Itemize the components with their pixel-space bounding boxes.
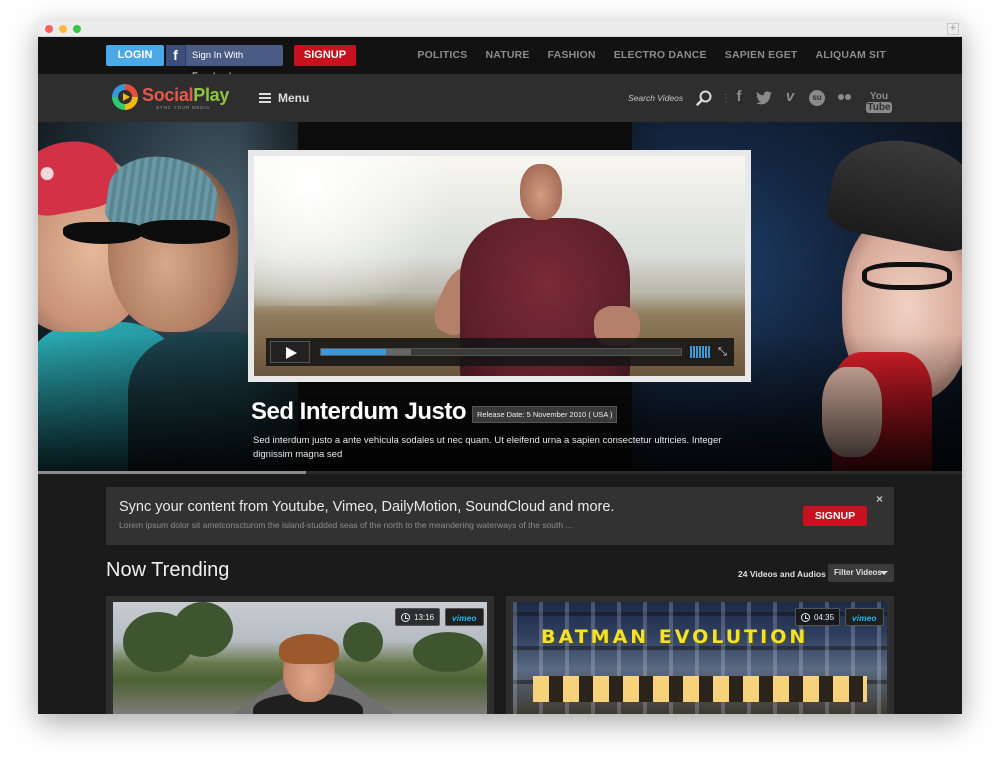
play-button[interactable] bbox=[270, 341, 310, 363]
search-icon[interactable] bbox=[696, 90, 712, 106]
nav-item-politics[interactable]: POLITICS bbox=[417, 37, 467, 74]
promo-subtitle: Lorem ipsum dolor sit ametconscturom the… bbox=[119, 520, 573, 530]
video-progress-bar[interactable] bbox=[320, 348, 682, 356]
promo-signup-button[interactable]: SIGNUP bbox=[803, 506, 867, 526]
facebook-icon: f bbox=[166, 45, 186, 66]
search-input[interactable]: Search Videos bbox=[628, 93, 683, 103]
duration-badge: 04:35 bbox=[795, 608, 841, 626]
site-header: SocialPlay SYNC YOUR MEDIA Menu Search V… bbox=[38, 74, 962, 122]
new-tab-button[interactable]: + bbox=[947, 23, 959, 35]
filter-label: Filter Videos bbox=[834, 568, 882, 577]
close-window-button[interactable] bbox=[45, 25, 53, 33]
top-navigation: POLITICS NATURE FASHION ELECTRO DANCE SA… bbox=[417, 37, 886, 74]
maximize-window-button[interactable] bbox=[73, 25, 81, 33]
video-frame[interactable]: ⤡ bbox=[254, 156, 745, 376]
logo-play-icon bbox=[112, 84, 138, 110]
promo-title: Sync your content from Youtube, Vimeo, D… bbox=[119, 499, 615, 515]
logo-tagline: SYNC YOUR MEDIA bbox=[156, 105, 211, 110]
logo-text: SocialPlay bbox=[142, 85, 230, 105]
video-player[interactable]: ⤡ bbox=[248, 150, 751, 382]
close-icon[interactable]: × bbox=[876, 492, 883, 506]
filter-videos-dropdown[interactable]: Filter Videos bbox=[828, 564, 894, 582]
video-card[interactable]: BATMAN EVOLUTION 04:35 vimeo bbox=[506, 596, 894, 714]
nav-item-aliquam-sit[interactable]: ALIQUAM SIT bbox=[816, 37, 886, 74]
stumbleupon-icon[interactable]: su bbox=[809, 90, 825, 106]
vimeo-badge: vimeo bbox=[845, 608, 884, 626]
volume-control[interactable] bbox=[690, 346, 714, 358]
browser-window: + LOGIN f Sign In With Facebook SIGNUP P… bbox=[38, 21, 962, 714]
nav-item-sapien-eget[interactable]: SAPIEN EGET bbox=[725, 37, 798, 74]
header-separator: ⋮ bbox=[721, 93, 731, 104]
video-controls: ⤡ bbox=[266, 338, 734, 366]
vimeo-badge: vimeo bbox=[445, 608, 484, 626]
video-thumbnail[interactable]: 13:16 vimeo bbox=[113, 602, 487, 714]
window-titlebar: + bbox=[38, 21, 962, 37]
video-card[interactable]: 13:16 vimeo bbox=[106, 596, 494, 714]
nav-item-electro-dance[interactable]: ELECTRO DANCE bbox=[614, 37, 707, 74]
signup-button[interactable]: SIGNUP bbox=[294, 45, 356, 66]
youtube-icon[interactable]: YouTube bbox=[863, 91, 895, 113]
sync-promo-banner: Sync your content from Youtube, Vimeo, D… bbox=[106, 487, 894, 545]
chevron-down-icon bbox=[880, 571, 888, 575]
section-title: Now Trending bbox=[106, 559, 230, 581]
fullscreen-icon[interactable]: ⤡ bbox=[718, 346, 730, 358]
hero-title: Sed Interdum Justo bbox=[251, 398, 467, 425]
facebook-signin-button[interactable]: f Sign In With Facebook bbox=[166, 45, 283, 82]
twitter-icon[interactable] bbox=[755, 88, 773, 108]
video-count: 24 Videos and Audios bbox=[738, 569, 826, 579]
nav-item-nature[interactable]: NATURE bbox=[485, 37, 529, 74]
flickr-icon[interactable] bbox=[838, 94, 852, 102]
release-date-badge: Release Date: 5 November 2010 ( USA ) bbox=[472, 406, 618, 423]
hamburger-icon bbox=[259, 93, 271, 103]
nav-item-fashion[interactable]: FASHION bbox=[548, 37, 596, 74]
facebook-icon[interactable]: f bbox=[733, 88, 745, 108]
slider-progress-bar bbox=[38, 471, 962, 474]
menu-label: Menu bbox=[278, 91, 310, 105]
video-thumbnail[interactable]: BATMAN EVOLUTION 04:35 vimeo bbox=[513, 602, 887, 714]
login-button[interactable]: LOGIN bbox=[106, 45, 164, 66]
clock-icon bbox=[801, 613, 810, 622]
hero-slider: ⤡ Sed Interdum Justo Release Date: 5 Nov… bbox=[38, 122, 962, 474]
vimeo-icon[interactable]: v bbox=[783, 88, 797, 108]
minimize-window-button[interactable] bbox=[59, 25, 67, 33]
thumbnail-title-text: BATMAN EVOLUTION bbox=[541, 626, 809, 648]
hero-description: Sed interdum justo a ante vehicula sodal… bbox=[253, 435, 722, 460]
duration-badge: 13:16 bbox=[395, 608, 441, 626]
clock-icon bbox=[401, 613, 410, 622]
top-bar: LOGIN f Sign In With Facebook SIGNUP POL… bbox=[38, 37, 962, 82]
